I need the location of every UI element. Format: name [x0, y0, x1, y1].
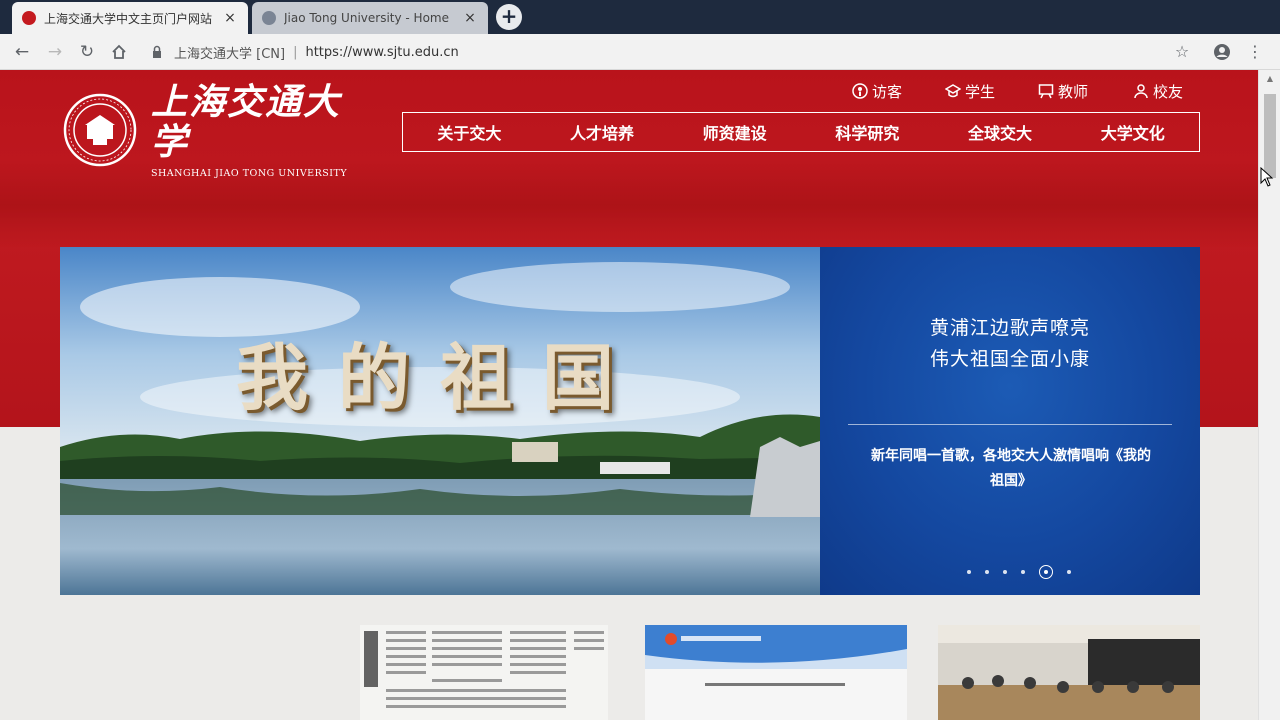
teacher-icon [1038, 84, 1054, 99]
logo-english-name: SHANGHAI JIAO TONG UNIVERSITY [151, 167, 348, 179]
quick-link-label: 访客 [872, 82, 903, 101]
address-bar: ← → ↻ 上海交通大学 [CN] | https://www.sjtu.edu… [0, 34, 1280, 70]
menu-kebab-icon[interactable]: ⋮ [1243, 40, 1267, 64]
news-thumbnail-2[interactable] [645, 625, 907, 720]
address-separator: | [293, 44, 298, 60]
quick-link-teacher[interactable]: 教师 [1038, 80, 1088, 102]
quick-link-visitor[interactable]: 访客 [852, 80, 902, 102]
omnibox[interactable]: 上海交通大学 [CN] | https://www.sjtu.edu.cn [150, 39, 459, 65]
forward-arrow-icon[interactable]: → [43, 40, 67, 64]
banner-headline-2: 伟大祖国全面小康 [929, 348, 1090, 370]
tab-title: 上海交通大学中文主页门户网站 [44, 11, 213, 26]
main-navigation: 关于交大 人才培养 师资建设 科学研究 全球交大 大学文化 [402, 112, 1200, 152]
quick-link-alumni[interactable]: 校友 [1133, 80, 1183, 102]
tab-title: Jiao Tong University - Home [284, 11, 449, 25]
panel-divider [848, 424, 1172, 425]
scroll-up-icon[interactable]: ▲ [1259, 74, 1280, 83]
banner-carousel[interactable]: 我的祖国 黄浦江边歌声嘹亮 伟大祖国全面小康 新年同唱一首歌，各地交大人激情唱响… [60, 247, 1200, 595]
news-thumbnail-3[interactable] [938, 625, 1200, 720]
url-text: https://www.sjtu.edu.cn [305, 44, 459, 60]
student-icon [945, 84, 961, 98]
carousel-pagination [960, 565, 1078, 579]
nav-item-faculty[interactable]: 师资建设 [668, 120, 801, 144]
carousel-dot-active[interactable] [1039, 565, 1053, 579]
quick-link-label: 教师 [1058, 82, 1089, 101]
nav-item-culture[interactable]: 大学文化 [1066, 120, 1199, 144]
quick-link-label: 校友 [1153, 82, 1184, 101]
web-page: 上海交通大学 SHANGHAI JIAO TONG UNIVERSITY 访客 … [0, 70, 1258, 720]
banner-photo-caption: 我的祖国 [235, 335, 644, 420]
lock-icon [153, 45, 161, 58]
carousel-dot[interactable] [1021, 570, 1025, 574]
visitor-icon [852, 83, 868, 99]
logo-chinese-name: 上海交通大学 [151, 80, 342, 163]
quick-link-student[interactable]: 学生 [945, 80, 995, 102]
banner-description[interactable]: 新年同唱一首歌，各地交大人激情唱响《我的祖国》 [866, 444, 1156, 494]
reload-icon[interactable]: ↻ [75, 40, 99, 64]
news-thumbnail-1[interactable] [360, 625, 608, 720]
close-tab-icon[interactable]: × [462, 10, 478, 26]
home-icon[interactable] [107, 40, 131, 64]
nav-item-education[interactable]: 人才培养 [536, 120, 669, 144]
bookmark-star-icon[interactable]: ☆ [1170, 40, 1194, 64]
carousel-dot[interactable] [1003, 570, 1007, 574]
globe-favicon-icon [262, 11, 276, 25]
alumni-icon [1134, 84, 1148, 99]
tab-sjtu-cn[interactable]: 上海交通大学中文主页门户网站 × [12, 2, 248, 34]
mouse-cursor-icon [1260, 167, 1274, 187]
close-tab-icon[interactable]: × [222, 10, 238, 26]
browser-tab-strip: 上海交通大学中文主页门户网站 × Jiao Tong University - … [0, 0, 1280, 34]
carousel-dot[interactable] [1067, 570, 1071, 574]
quick-link-label: 学生 [965, 82, 996, 101]
sjtu-favicon-icon [22, 11, 36, 25]
tab-sjtu-en[interactable]: Jiao Tong University - Home × [252, 2, 488, 34]
scrollbar-thumb[interactable] [1264, 94, 1276, 178]
site-identity: 上海交通大学 [CN] [174, 46, 286, 62]
banner-headline-1: 黄浦江边歌声嘹亮 [929, 317, 1090, 339]
back-arrow-icon[interactable]: ← [10, 40, 34, 64]
carousel-dot[interactable] [967, 570, 971, 574]
university-seal-icon [63, 93, 137, 167]
profile-icon[interactable] [1210, 40, 1234, 64]
nav-item-about[interactable]: 关于交大 [403, 120, 536, 144]
banner-info-panel[interactable]: 黄浦江边歌声嘹亮 伟大祖国全面小康 新年同唱一首歌，各地交大人激情唱响《我的祖国… [820, 247, 1200, 595]
nav-item-research[interactable]: 科学研究 [801, 120, 934, 144]
carousel-dot[interactable] [985, 570, 989, 574]
new-tab-button[interactable]: + [496, 4, 522, 30]
sjtu-logo[interactable]: 上海交通大学 SHANGHAI JIAO TONG UNIVERSITY [63, 82, 353, 179]
nav-item-global[interactable]: 全球交大 [934, 120, 1067, 144]
